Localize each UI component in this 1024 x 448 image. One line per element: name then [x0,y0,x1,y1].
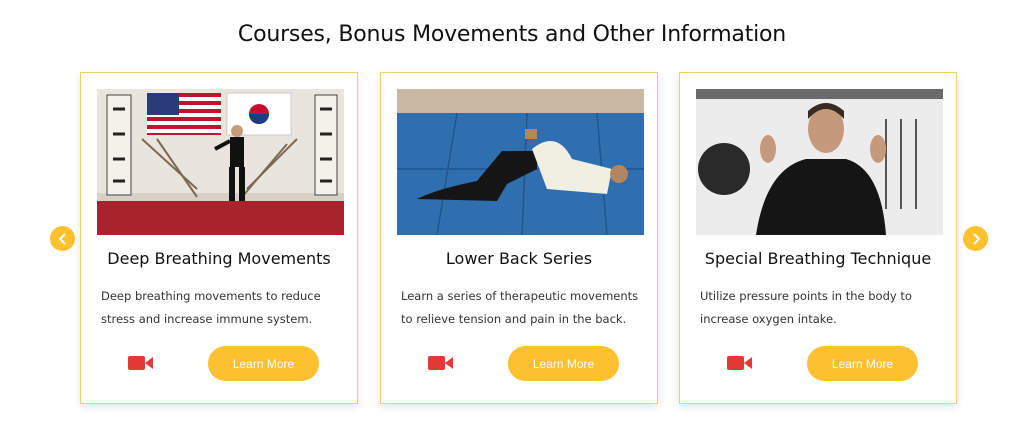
course-thumbnail-image[interactable] [397,89,644,235]
card-title: Special Breathing Technique [704,249,932,268]
video-camera-icon[interactable] [428,355,454,371]
chevron-right-icon [972,232,980,245]
course-thumbnail-image[interactable] [97,89,344,235]
card-title: Deep Breathing Movements [107,249,331,268]
course-card: Deep Breathing Movements Deep breathing … [80,72,358,404]
chevron-left-icon [58,232,66,245]
carousel-next-button[interactable] [963,226,988,251]
course-card: Special Breathing Technique Utilize pres… [679,72,957,404]
card-title: Lower Back Series [445,249,593,268]
section-heading: Courses, Bonus Movements and Other Infor… [237,22,787,47]
video-camera-icon[interactable] [727,355,753,371]
course-thumbnail-image[interactable] [696,89,943,235]
learn-more-button[interactable]: Learn More [807,346,918,381]
learn-more-button[interactable]: Learn More [208,346,319,381]
video-camera-icon[interactable] [128,355,154,371]
card-description: Deep breathing movements to reduce stres… [101,289,321,326]
card-description: Learn a series of therapeutic movements … [401,289,639,326]
course-card: Lower Back Series Learn a series of ther… [380,72,658,404]
card-description: Utilize pressure points in the body to i… [700,289,912,326]
carousel-prev-button[interactable] [50,226,75,251]
learn-more-button[interactable]: Learn More [508,346,619,381]
